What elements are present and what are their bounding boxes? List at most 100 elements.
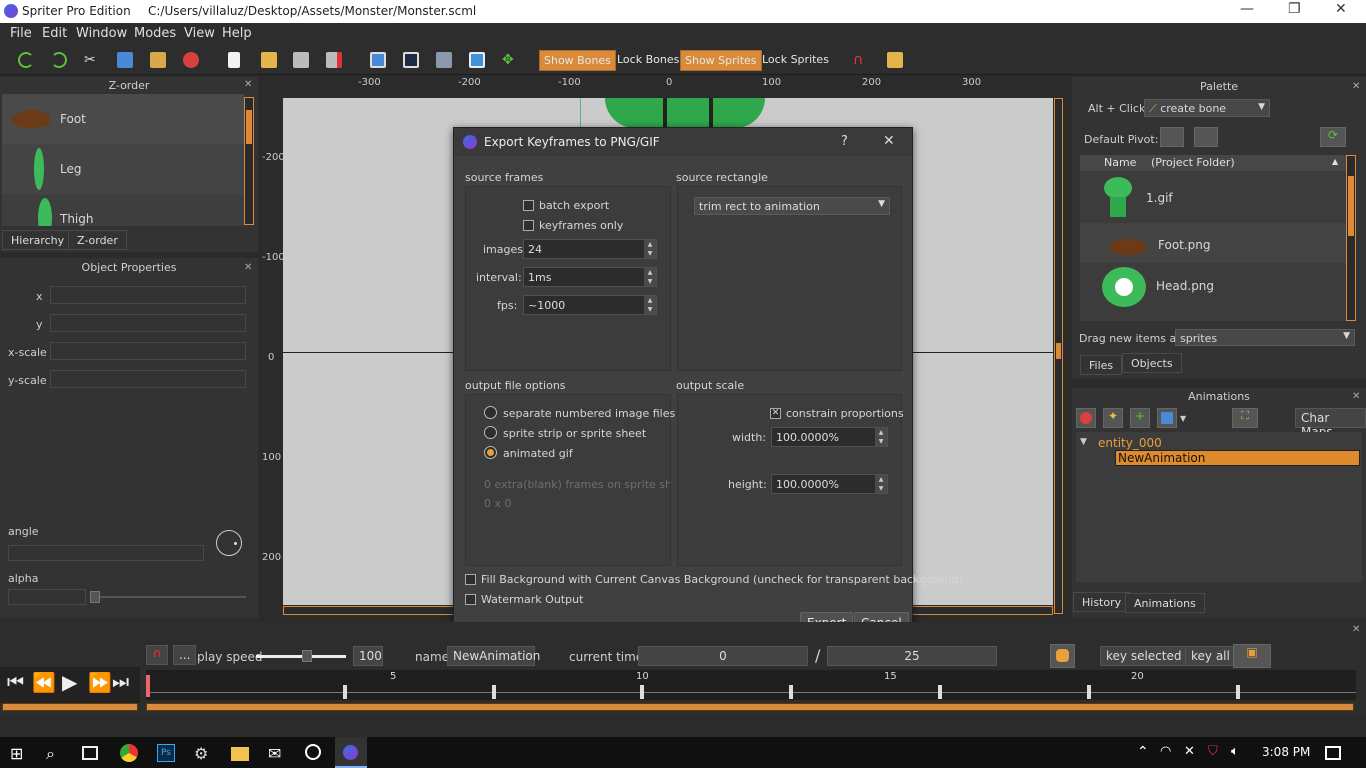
key-all-button[interactable]: key all: [1185, 646, 1236, 666]
photoshop-icon[interactable]: Ps: [157, 744, 175, 762]
keyframe-marker[interactable]: [1236, 685, 1240, 699]
scrollbar-thumb[interactable]: [246, 110, 252, 144]
expand-icon[interactable]: ▼: [1080, 437, 1087, 447]
tab-zorder[interactable]: Z-order: [68, 230, 127, 250]
paste-icon[interactable]: [150, 52, 166, 68]
keyframe-marker[interactable]: [1087, 685, 1091, 699]
keyframe-marker[interactable]: [640, 685, 644, 699]
volume-icon[interactable]: 🔈︎: [1231, 744, 1249, 762]
tab-animations[interactable]: Animations: [1125, 593, 1205, 613]
window-dark-icon[interactable]: [403, 52, 419, 68]
list-item[interactable]: Thigh: [2, 194, 244, 226]
lock-bones-toggle[interactable]: Lock Bones: [613, 50, 683, 71]
add-animation-icon[interactable]: +: [1130, 408, 1150, 428]
cut-icon[interactable]: ✂: [84, 52, 100, 68]
x-field[interactable]: [50, 286, 246, 304]
play-speed-value[interactable]: 100: [353, 646, 383, 666]
grid-icon[interactable]: [436, 52, 452, 68]
menu-help[interactable]: Help: [222, 26, 252, 41]
watermark-checkbox[interactable]: [465, 594, 476, 605]
copy-pivot-button[interactable]: [1160, 127, 1184, 147]
delete-icon[interactable]: [183, 52, 199, 68]
help-button[interactable]: ?: [841, 134, 848, 149]
task-view-icon[interactable]: [82, 746, 98, 760]
angle-slider[interactable]: [8, 545, 204, 561]
save-as-icon[interactable]: [326, 52, 342, 68]
menu-window[interactable]: Window: [76, 26, 127, 41]
window-icon[interactable]: [370, 52, 386, 68]
timeline-scroll-left[interactable]: [2, 703, 138, 711]
close-icon[interactable]: ✕: [1352, 81, 1360, 92]
wifi-icon[interactable]: ◠: [1160, 744, 1178, 762]
spin-arrows-icon[interactable]: ▲ ▼: [644, 296, 656, 314]
canvas-scrollbar-v[interactable]: [1054, 98, 1063, 614]
current-time-field[interactable]: 0: [638, 646, 808, 666]
spriter-taskbar-icon[interactable]: [335, 737, 367, 768]
zorder-scrollbar[interactable]: [244, 97, 254, 225]
list-item[interactable]: 1.gif: [1080, 171, 1346, 223]
char-maps-button[interactable]: Char Maps: [1295, 408, 1366, 439]
duplicate-animation-icon[interactable]: [1157, 408, 1177, 428]
column-name[interactable]: Name: [1104, 156, 1136, 169]
fps-spinbox[interactable]: ~1000 ▲ ▼: [523, 295, 657, 315]
timeline-track[interactable]: 5 10 15 20: [146, 670, 1356, 700]
close-icon[interactable]: ✕: [244, 262, 252, 273]
images-spinbox[interactable]: 24 ▲ ▼: [523, 239, 657, 259]
alpha-field[interactable]: [8, 589, 86, 605]
notification-icon[interactable]: [1325, 746, 1341, 760]
network-icon[interactable]: ✕: [1184, 744, 1202, 762]
timeline-scrollbar[interactable]: [146, 703, 1354, 711]
fill-background-checkbox[interactable]: [465, 574, 476, 585]
paste-pivot-button[interactable]: [1194, 127, 1218, 147]
list-item[interactable]: Foot.png: [1080, 223, 1346, 263]
list-item[interactable]: Head.png: [1080, 263, 1346, 311]
lock-sprites-toggle[interactable]: Lock Sprites: [758, 50, 833, 71]
menu-edit[interactable]: Edit: [42, 26, 67, 41]
animation-menu-icon[interactable]: ▼: [1180, 414, 1186, 423]
drag-dropdown[interactable]: sprites ▼: [1175, 329, 1355, 346]
list-item[interactable]: Leg: [2, 144, 244, 194]
x-scale-field[interactable]: [50, 342, 246, 360]
prev-frame-icon[interactable]: ⏪: [32, 671, 56, 694]
list-item[interactable]: Foot: [2, 94, 244, 144]
spin-arrows-icon[interactable]: ▲ ▼: [644, 268, 656, 286]
source-rectangle-dropdown[interactable]: trim rect to animation ▼: [694, 197, 890, 215]
tab-files[interactable]: Files: [1080, 355, 1123, 375]
keyframe-marker[interactable]: [343, 685, 347, 699]
new-file-icon[interactable]: [228, 52, 240, 68]
y-scale-field[interactable]: [50, 370, 246, 388]
chevron-up-icon[interactable]: ⌃: [1137, 744, 1155, 762]
menu-modes[interactable]: Modes: [134, 26, 176, 41]
constrain-checkbox[interactable]: ✕: [770, 408, 781, 419]
magnet-toggle-icon[interactable]: ∩: [146, 645, 168, 665]
angle-dial[interactable]: [216, 530, 242, 556]
menu-file[interactable]: File: [10, 26, 32, 41]
chrome-icon[interactable]: [120, 744, 138, 762]
record-icon[interactable]: [1050, 644, 1075, 668]
magnet-icon[interactable]: ∩: [853, 52, 869, 68]
height-spinbox[interactable]: 100.0000% ▲ ▼: [771, 474, 888, 494]
dialog-close-button[interactable]: ✕: [883, 133, 895, 149]
tab-history[interactable]: History: [1073, 592, 1131, 612]
interval-spinbox[interactable]: 1ms ▲ ▼: [523, 267, 657, 287]
play-icon[interactable]: ▶: [62, 670, 77, 694]
fullscreen-icon[interactable]: ⛶: [1232, 408, 1258, 428]
save-icon[interactable]: [293, 52, 309, 68]
keyframe-marker[interactable]: [492, 685, 496, 699]
shield-icon[interactable]: ⛉: [1208, 744, 1226, 762]
playhead[interactable]: [146, 675, 150, 697]
key-selected-button[interactable]: key selected: [1100, 646, 1188, 666]
keyframe-options-icon[interactable]: ▣: [1233, 644, 1271, 668]
search-icon[interactable]: ⌕: [46, 744, 64, 763]
keyframe-marker[interactable]: [789, 685, 793, 699]
fit-icon[interactable]: ✥: [502, 52, 518, 68]
spin-arrows-icon[interactable]: ▲ ▼: [875, 475, 887, 493]
keyframe-marker[interactable]: [938, 685, 942, 699]
mail-icon[interactable]: ✉: [268, 744, 286, 763]
close-icon[interactable]: ✕: [1352, 391, 1360, 402]
refresh-icon[interactable]: ⟳: [1320, 127, 1346, 147]
clock[interactable]: 3:08 PM: [1262, 745, 1310, 759]
folder-export-icon[interactable]: [887, 52, 903, 68]
width-spinbox[interactable]: 100.0000% ▲ ▼: [771, 427, 888, 447]
first-frame-icon[interactable]: ⏮: [7, 671, 24, 693]
